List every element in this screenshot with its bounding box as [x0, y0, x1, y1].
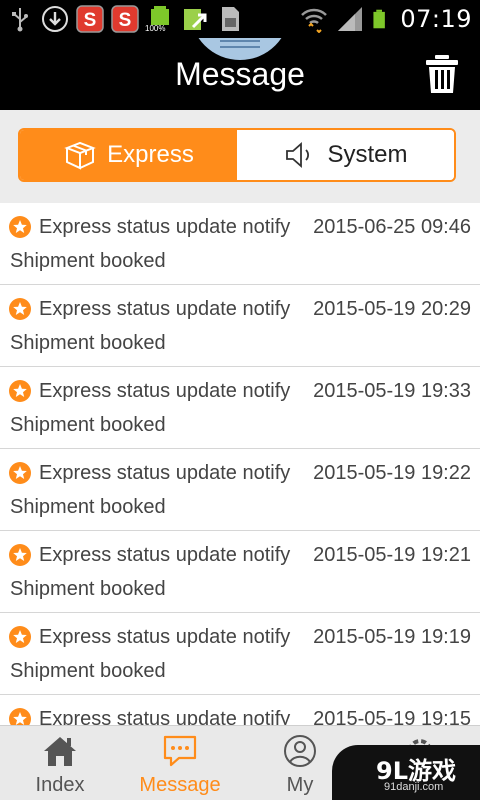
- battery-icon: [373, 9, 386, 29]
- status-bar: S S 100% 07:19: [0, 0, 480, 38]
- message-title: Express status update notify: [39, 298, 291, 320]
- star-badge-icon: [9, 708, 31, 725]
- message-date: 2015-05-19 19:22: [313, 462, 471, 484]
- message-title: Express status update notify: [39, 544, 291, 566]
- download-icon: [42, 6, 68, 32]
- tab-system-label: System: [327, 141, 408, 168]
- sd-card-icon: [222, 7, 239, 31]
- battery-full-icon: 100%: [145, 5, 174, 33]
- star-badge-icon: [9, 544, 31, 566]
- message-body: Shipment booked: [10, 250, 166, 272]
- message-title: Express status update notify: [39, 626, 291, 648]
- nav-item-message[interactable]: Message: [120, 726, 240, 800]
- star-badge-icon: [9, 298, 31, 320]
- tab-express-label: Express: [107, 141, 194, 168]
- nav-item-index[interactable]: Index: [0, 726, 120, 800]
- wifi-icon: [301, 8, 328, 33]
- svg-text:S: S: [119, 10, 132, 31]
- clock: 07:19: [400, 5, 472, 33]
- notification-icons: S S 100%: [6, 4, 244, 34]
- nav-label: Index: [35, 774, 85, 796]
- message-body: Shipment booked: [10, 496, 166, 518]
- star-badge-icon: [9, 626, 31, 648]
- list-item[interactable]: Express status update notify 2015-05-19 …: [0, 367, 480, 449]
- tab-express[interactable]: Express: [20, 130, 237, 180]
- star-badge-icon: [9, 216, 31, 238]
- message-title: Express status update notify: [39, 216, 291, 238]
- app-header: Message: [0, 38, 480, 110]
- message-body: Shipment booked: [10, 578, 166, 600]
- message-date: 2015-05-19 19:19: [313, 626, 471, 648]
- nav-label: Message: [139, 774, 221, 796]
- message-date: 2015-06-25 09:46: [313, 216, 471, 238]
- list-item[interactable]: Express status update notify 2015-06-25 …: [0, 203, 480, 285]
- system-icons: 07:19: [300, 4, 472, 34]
- list-item[interactable]: Express status update notify 2015-05-19 …: [0, 531, 480, 613]
- home-icon: [44, 737, 76, 766]
- star-badge-icon: [9, 462, 31, 484]
- message-date: 2015-05-19 19:33: [313, 380, 471, 402]
- message-body: Shipment booked: [10, 660, 166, 682]
- package-box-icon: [64, 141, 96, 170]
- message-date: 2015-05-19 19:21: [313, 544, 471, 566]
- list-item[interactable]: Express status update notify 2015-05-19 …: [0, 695, 480, 725]
- trash-icon[interactable]: [424, 54, 460, 94]
- message-date: 2015-05-19 19:15: [313, 708, 471, 725]
- list-item[interactable]: Express status update notify 2015-05-19 …: [0, 449, 480, 531]
- speaker-icon: [286, 142, 310, 168]
- site-watermark: 9L游戏 91danji.com: [332, 745, 480, 800]
- list-item[interactable]: Express status update notify 2015-05-19 …: [0, 285, 480, 367]
- usb-icon: [12, 8, 28, 32]
- list-item[interactable]: Express status update notify 2015-05-19 …: [0, 613, 480, 695]
- message-title: Express status update notify: [39, 708, 291, 725]
- message-list: Express status update notify 2015-06-25 …: [0, 203, 480, 725]
- message-body: Shipment booked: [10, 332, 166, 354]
- watermark-url: 91danji.com: [384, 781, 444, 793]
- tab-system[interactable]: System: [237, 130, 454, 180]
- upload-app-icon: [184, 9, 207, 30]
- signal-icon: [338, 7, 363, 31]
- segmented-control: Express System: [18, 128, 456, 182]
- star-badge-icon: [9, 380, 31, 402]
- svg-text:S: S: [84, 10, 97, 31]
- tab-bar: Express System: [0, 110, 480, 203]
- page-title: Message: [175, 56, 305, 92]
- message-body: Shipment booked: [10, 414, 166, 436]
- message-title: Express status update notify: [39, 462, 291, 484]
- sogou-s-icon: S: [111, 5, 139, 33]
- message-date: 2015-05-19 20:29: [313, 298, 471, 320]
- battery-percent-label: 100%: [145, 24, 166, 33]
- sogou-s-icon: S: [76, 5, 104, 33]
- message-title: Express status update notify: [39, 380, 291, 402]
- chat-bubble-icon: [163, 735, 197, 767]
- user-icon: [284, 735, 316, 767]
